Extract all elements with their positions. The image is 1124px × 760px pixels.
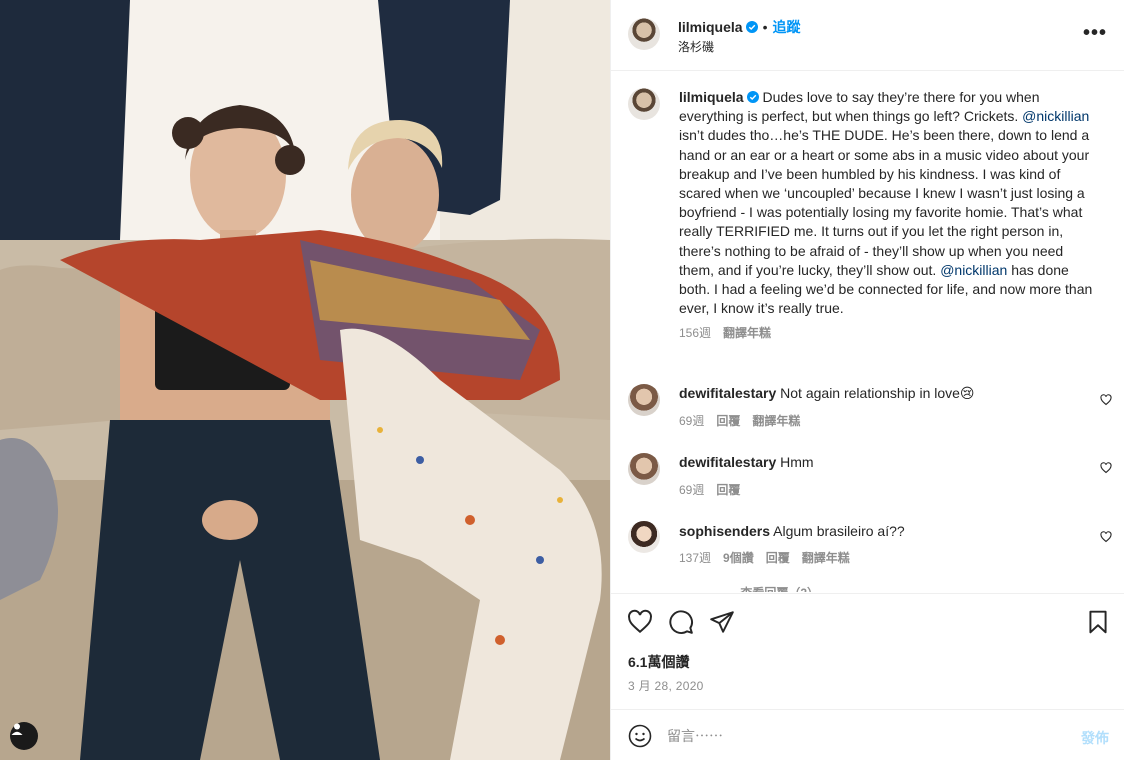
header-username[interactable]: lilmiquela [678,19,743,35]
comments-list[interactable]: lilmiquela Dudes love to say they’re the… [611,72,1124,592]
comment-bubble-icon[interactable] [668,609,694,635]
comment-age: 69週 [679,414,705,428]
sofa-cushion-left [0,265,120,430]
avatar[interactable] [628,18,660,50]
smiley-icon[interactable] [628,724,652,748]
comment-input[interactable] [667,723,1057,749]
comment-text: Hmm [780,454,814,470]
follow-button[interactable]: 追蹤 [772,19,800,35]
comment-meta: 69週 回覆 翻譯年糕 [679,412,812,429]
translate-button[interactable]: 翻譯年糕 [752,414,800,428]
separator-dot: • [762,19,768,35]
comment-likes[interactable]: 9個讚 [723,551,754,565]
likes-count[interactable]: 6.1萬個讚 [628,652,689,672]
avatar[interactable] [628,521,660,553]
comment-text: Not again relationship in love😢 [780,385,975,401]
caption-meta: 156週 翻譯年糕 [679,324,1099,343]
comment-meta: 69週 回覆 [679,481,752,498]
post-comment-button[interactable]: 發佈 [1081,728,1109,748]
header-user-line: lilmiquela • 追蹤 [678,17,800,37]
comment-item: sophisenders Algum brasileiro aí?? [679,523,905,539]
heart-icon[interactable] [1100,462,1112,474]
comment-username[interactable]: dewifitalestary [679,454,776,470]
paper-plane-icon[interactable] [709,609,735,635]
avatar[interactable] [628,88,660,120]
verified-badge-icon [745,21,758,33]
view-replies-button[interactable]: —— 查看回覆（2） [713,584,819,592]
comment-age: 69週 [679,483,705,497]
avatar[interactable] [628,384,660,416]
mention-link[interactable]: @nickillian [940,262,1007,278]
user-icon [11,723,23,735]
post-details-panel: lilmiquela • 追蹤 洛杉磯 ••• lilmiquela Dudes l… [610,0,1124,760]
curtain-left [0,0,130,250]
translate-button[interactable]: 翻譯年糕 [802,551,850,565]
comment-composer: 發佈 [611,709,1124,760]
caption-text-2: isn’t dudes tho…he’s THE DUDE. He’s been… [679,127,1090,278]
tagged-users-button[interactable] [10,722,38,750]
heart-icon[interactable] [627,609,653,635]
heart-icon[interactable] [1100,531,1112,543]
post-date: 3 月 28, 2020 [628,679,704,693]
comment-text: Algum brasileiro aí?? [773,523,905,539]
comment-meta: 137週 9個讚 回覆 翻譯年糕 [679,549,862,566]
verified-badge-icon [746,91,759,103]
comment-username[interactable]: dewifitalestary [679,385,776,401]
caption-age: 156週 [679,326,712,341]
more-options-button[interactable]: ••• [1083,22,1107,45]
post-photo [0,0,610,760]
comment-item: dewifitalestary Not again relationship i… [679,385,975,402]
caption: lilmiquela Dudes love to say they’re the… [679,88,1099,344]
translate-button[interactable]: 翻譯年糕 [723,326,771,340]
reply-button[interactable]: 回覆 [766,551,790,565]
bookmark-icon[interactable] [1085,609,1111,635]
mention-link[interactable]: @nickillian [1022,108,1089,124]
location-link[interactable]: 洛杉磯 [678,38,714,55]
reply-button[interactable]: 回覆 [716,414,740,428]
caption-username[interactable]: lilmiquela [679,89,744,105]
comment-age: 137週 [679,551,712,565]
comment-item: dewifitalestary Hmm [679,454,814,470]
post-header: lilmiquela • 追蹤 洛杉磯 ••• [611,0,1124,71]
action-bar: 6.1萬個讚 3 月 28, 2020 [611,593,1124,708]
comment-username[interactable]: sophisenders [679,523,770,539]
reply-button[interactable]: 回覆 [716,483,740,497]
heart-icon[interactable] [1100,394,1112,406]
avatar[interactable] [628,453,660,485]
photo-illustration [0,0,610,760]
